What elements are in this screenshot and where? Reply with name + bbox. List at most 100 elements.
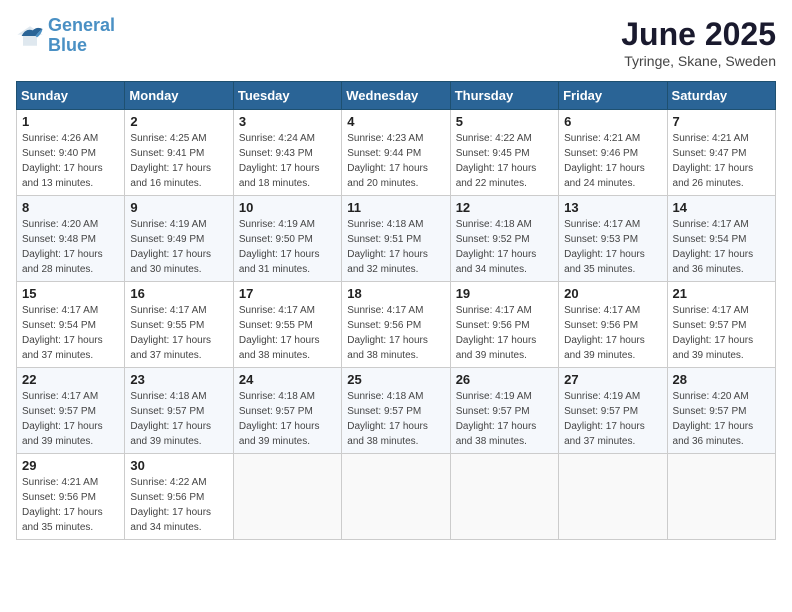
calendar-cell: 10 Sunrise: 4:19 AM Sunset: 9:50 PM Dayl… xyxy=(233,196,341,282)
day-number: 2 xyxy=(130,114,227,129)
calendar-week-1: 1 Sunrise: 4:26 AM Sunset: 9:40 PM Dayli… xyxy=(17,110,776,196)
day-number: 27 xyxy=(564,372,661,387)
calendar-cell: 30 Sunrise: 4:22 AM Sunset: 9:56 PM Dayl… xyxy=(125,454,233,540)
day-detail: Sunrise: 4:24 AM Sunset: 9:43 PM Dayligh… xyxy=(239,131,336,191)
calendar-cell: 26 Sunrise: 4:19 AM Sunset: 9:57 PM Dayl… xyxy=(450,368,558,454)
day-detail: Sunrise: 4:17 AM Sunset: 9:55 PM Dayligh… xyxy=(239,303,336,363)
day-detail: Sunrise: 4:26 AM Sunset: 9:40 PM Dayligh… xyxy=(22,131,119,191)
calendar-cell: 5 Sunrise: 4:22 AM Sunset: 9:45 PM Dayli… xyxy=(450,110,558,196)
logo-icon xyxy=(16,22,44,50)
col-friday: Friday xyxy=(559,82,667,110)
day-detail: Sunrise: 4:17 AM Sunset: 9:57 PM Dayligh… xyxy=(22,389,119,449)
calendar-cell: 14 Sunrise: 4:17 AM Sunset: 9:54 PM Dayl… xyxy=(667,196,775,282)
calendar-cell: 9 Sunrise: 4:19 AM Sunset: 9:49 PM Dayli… xyxy=(125,196,233,282)
calendar-cell: 8 Sunrise: 4:20 AM Sunset: 9:48 PM Dayli… xyxy=(17,196,125,282)
col-saturday: Saturday xyxy=(667,82,775,110)
calendar-cell: 4 Sunrise: 4:23 AM Sunset: 9:44 PM Dayli… xyxy=(342,110,450,196)
calendar-cell: 17 Sunrise: 4:17 AM Sunset: 9:55 PM Dayl… xyxy=(233,282,341,368)
calendar-cell: 15 Sunrise: 4:17 AM Sunset: 9:54 PM Dayl… xyxy=(17,282,125,368)
calendar-cell: 16 Sunrise: 4:17 AM Sunset: 9:55 PM Dayl… xyxy=(125,282,233,368)
calendar-cell: 13 Sunrise: 4:17 AM Sunset: 9:53 PM Dayl… xyxy=(559,196,667,282)
calendar-cell: 24 Sunrise: 4:18 AM Sunset: 9:57 PM Dayl… xyxy=(233,368,341,454)
day-number: 28 xyxy=(673,372,770,387)
day-number: 17 xyxy=(239,286,336,301)
title-block: June 2025 Tyringe, Skane, Sweden xyxy=(621,16,776,69)
day-number: 12 xyxy=(456,200,553,215)
day-number: 26 xyxy=(456,372,553,387)
calendar-cell: 27 Sunrise: 4:19 AM Sunset: 9:57 PM Dayl… xyxy=(559,368,667,454)
day-number: 1 xyxy=(22,114,119,129)
day-detail: Sunrise: 4:22 AM Sunset: 9:56 PM Dayligh… xyxy=(130,475,227,535)
day-detail: Sunrise: 4:19 AM Sunset: 9:50 PM Dayligh… xyxy=(239,217,336,277)
calendar-cell: 3 Sunrise: 4:24 AM Sunset: 9:43 PM Dayli… xyxy=(233,110,341,196)
col-wednesday: Wednesday xyxy=(342,82,450,110)
day-detail: Sunrise: 4:22 AM Sunset: 9:45 PM Dayligh… xyxy=(456,131,553,191)
day-number: 3 xyxy=(239,114,336,129)
page-header: General Blue June 2025 Tyringe, Skane, S… xyxy=(16,16,776,69)
calendar-cell: 18 Sunrise: 4:17 AM Sunset: 9:56 PM Dayl… xyxy=(342,282,450,368)
col-sunday: Sunday xyxy=(17,82,125,110)
calendar-week-5: 29 Sunrise: 4:21 AM Sunset: 9:56 PM Dayl… xyxy=(17,454,776,540)
calendar-week-3: 15 Sunrise: 4:17 AM Sunset: 9:54 PM Dayl… xyxy=(17,282,776,368)
day-number: 15 xyxy=(22,286,119,301)
calendar-cell: 11 Sunrise: 4:18 AM Sunset: 9:51 PM Dayl… xyxy=(342,196,450,282)
calendar-week-4: 22 Sunrise: 4:17 AM Sunset: 9:57 PM Dayl… xyxy=(17,368,776,454)
calendar-week-2: 8 Sunrise: 4:20 AM Sunset: 9:48 PM Dayli… xyxy=(17,196,776,282)
day-number: 6 xyxy=(564,114,661,129)
col-thursday: Thursday xyxy=(450,82,558,110)
day-detail: Sunrise: 4:21 AM Sunset: 9:46 PM Dayligh… xyxy=(564,131,661,191)
col-tuesday: Tuesday xyxy=(233,82,341,110)
logo-line2: Blue xyxy=(48,35,87,55)
day-detail: Sunrise: 4:23 AM Sunset: 9:44 PM Dayligh… xyxy=(347,131,444,191)
day-detail: Sunrise: 4:17 AM Sunset: 9:54 PM Dayligh… xyxy=(22,303,119,363)
day-detail: Sunrise: 4:18 AM Sunset: 9:57 PM Dayligh… xyxy=(347,389,444,449)
day-detail: Sunrise: 4:17 AM Sunset: 9:56 PM Dayligh… xyxy=(347,303,444,363)
calendar-cell: 2 Sunrise: 4:25 AM Sunset: 9:41 PM Dayli… xyxy=(125,110,233,196)
day-detail: Sunrise: 4:21 AM Sunset: 9:56 PM Dayligh… xyxy=(22,475,119,535)
day-detail: Sunrise: 4:21 AM Sunset: 9:47 PM Dayligh… xyxy=(673,131,770,191)
calendar-cell: 20 Sunrise: 4:17 AM Sunset: 9:56 PM Dayl… xyxy=(559,282,667,368)
day-number: 24 xyxy=(239,372,336,387)
day-detail: Sunrise: 4:17 AM Sunset: 9:53 PM Dayligh… xyxy=(564,217,661,277)
day-detail: Sunrise: 4:19 AM Sunset: 9:49 PM Dayligh… xyxy=(130,217,227,277)
calendar-cell: 12 Sunrise: 4:18 AM Sunset: 9:52 PM Dayl… xyxy=(450,196,558,282)
calendar-cell: 28 Sunrise: 4:20 AM Sunset: 9:57 PM Dayl… xyxy=(667,368,775,454)
day-number: 30 xyxy=(130,458,227,473)
main-title: June 2025 xyxy=(621,16,776,53)
day-detail: Sunrise: 4:18 AM Sunset: 9:57 PM Dayligh… xyxy=(130,389,227,449)
day-number: 9 xyxy=(130,200,227,215)
calendar-cell: 7 Sunrise: 4:21 AM Sunset: 9:47 PM Dayli… xyxy=(667,110,775,196)
day-number: 4 xyxy=(347,114,444,129)
day-number: 22 xyxy=(22,372,119,387)
day-number: 18 xyxy=(347,286,444,301)
day-detail: Sunrise: 4:19 AM Sunset: 9:57 PM Dayligh… xyxy=(564,389,661,449)
day-number: 14 xyxy=(673,200,770,215)
logo: General Blue xyxy=(16,16,115,56)
day-number: 19 xyxy=(456,286,553,301)
day-number: 20 xyxy=(564,286,661,301)
day-number: 8 xyxy=(22,200,119,215)
day-number: 11 xyxy=(347,200,444,215)
day-number: 23 xyxy=(130,372,227,387)
calendar-cell: 21 Sunrise: 4:17 AM Sunset: 9:57 PM Dayl… xyxy=(667,282,775,368)
day-detail: Sunrise: 4:17 AM Sunset: 9:57 PM Dayligh… xyxy=(673,303,770,363)
day-number: 25 xyxy=(347,372,444,387)
calendar-cell: 6 Sunrise: 4:21 AM Sunset: 9:46 PM Dayli… xyxy=(559,110,667,196)
day-detail: Sunrise: 4:17 AM Sunset: 9:56 PM Dayligh… xyxy=(564,303,661,363)
calendar-cell xyxy=(233,454,341,540)
day-detail: Sunrise: 4:18 AM Sunset: 9:57 PM Dayligh… xyxy=(239,389,336,449)
day-detail: Sunrise: 4:17 AM Sunset: 9:55 PM Dayligh… xyxy=(130,303,227,363)
logo-line1: General xyxy=(48,15,115,35)
day-detail: Sunrise: 4:19 AM Sunset: 9:57 PM Dayligh… xyxy=(456,389,553,449)
calendar-cell: 22 Sunrise: 4:17 AM Sunset: 9:57 PM Dayl… xyxy=(17,368,125,454)
day-detail: Sunrise: 4:20 AM Sunset: 9:48 PM Dayligh… xyxy=(22,217,119,277)
day-detail: Sunrise: 4:18 AM Sunset: 9:52 PM Dayligh… xyxy=(456,217,553,277)
day-number: 10 xyxy=(239,200,336,215)
day-detail: Sunrise: 4:20 AM Sunset: 9:57 PM Dayligh… xyxy=(673,389,770,449)
day-detail: Sunrise: 4:18 AM Sunset: 9:51 PM Dayligh… xyxy=(347,217,444,277)
calendar-cell xyxy=(450,454,558,540)
calendar-cell: 25 Sunrise: 4:18 AM Sunset: 9:57 PM Dayl… xyxy=(342,368,450,454)
day-number: 16 xyxy=(130,286,227,301)
col-monday: Monday xyxy=(125,82,233,110)
calendar-cell: 19 Sunrise: 4:17 AM Sunset: 9:56 PM Dayl… xyxy=(450,282,558,368)
